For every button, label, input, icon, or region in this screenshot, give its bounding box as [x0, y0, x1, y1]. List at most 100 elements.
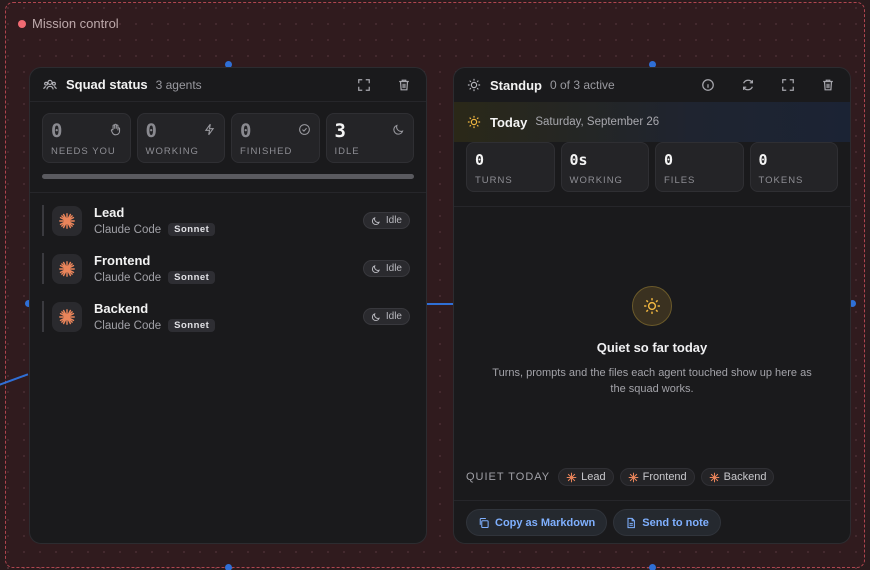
agent-name: Backend	[94, 301, 149, 316]
people-icon	[42, 77, 58, 93]
status-text: Idle	[385, 311, 402, 322]
group-status-dot	[18, 19, 26, 28]
stat-value: 0s	[569, 151, 588, 169]
status-badge: Idle	[362, 260, 410, 277]
button-label: Send to note	[642, 516, 709, 529]
button-label: Copy as Markdown	[495, 516, 596, 529]
status-text: Idle	[385, 263, 402, 274]
stat-working: 0 WORKING	[136, 113, 225, 163]
standup-stats: 0 TURNS 0s WORKING 0 FILES 0 TOKENS	[454, 142, 850, 192]
hand-icon	[109, 123, 122, 141]
refresh-icon[interactable]	[738, 75, 758, 95]
send-to-note-button[interactable]: Send to note	[613, 509, 721, 536]
stat-value: 0	[475, 151, 485, 169]
sun-icon	[466, 114, 482, 130]
claude-starburst-icon	[52, 301, 82, 332]
group-header[interactable]: Mission control	[18, 16, 119, 31]
stat-label: TURNS	[475, 175, 513, 186]
panel-title: Standup	[490, 77, 542, 93]
standup-header: Standup 0 of 3 active	[454, 68, 850, 102]
chip-label: Backend	[723, 471, 767, 483]
stat-label: TOKENS	[758, 175, 804, 186]
agent-name: Lead	[94, 205, 125, 220]
status-badge: Idle	[362, 308, 410, 325]
agent-row-backend[interactable]: Backend Claude Code Sonnet Idle	[42, 301, 414, 332]
agent-tool: Claude Code	[94, 319, 162, 332]
stat-label: NEEDS YOU	[51, 146, 116, 157]
today-date: Saturday, September 26	[535, 116, 660, 128]
info-icon[interactable]	[698, 75, 718, 95]
edge-connector[interactable]	[427, 303, 454, 305]
empty-title: Quiet so far today	[596, 340, 708, 355]
agent-tool: Claude Code	[94, 271, 162, 284]
model-badge: Sonnet	[168, 271, 216, 284]
expand-icon[interactable]	[354, 75, 374, 95]
agent-count: 3 agents	[155, 77, 202, 92]
connection-handle[interactable]	[649, 564, 656, 570]
stat-value: 0	[664, 151, 674, 169]
agent-chip[interactable]: Backend	[700, 468, 775, 486]
stat-working-time: 0s WORKING	[560, 142, 649, 192]
trash-icon[interactable]	[818, 75, 838, 95]
trash-icon[interactable]	[394, 75, 414, 95]
group-title: Mission control	[32, 16, 119, 31]
squad-progress-bar	[42, 174, 414, 179]
quiet-today-label: QUIET TODAY	[466, 471, 551, 483]
today-title: Today	[490, 114, 528, 130]
chip-label: Frontend	[642, 471, 687, 483]
note-icon	[627, 517, 636, 528]
copy-markdown-button[interactable]: Copy as Markdown	[466, 509, 608, 536]
stat-turns: 0 TURNS	[466, 142, 555, 192]
standup-panel: Standup 0 of 3 active Today Saturday, Se…	[453, 67, 851, 544]
empty-description: Turns, prompts and the files each agent …	[492, 367, 812, 395]
copy-icon	[479, 517, 489, 528]
standup-footer: Copy as Markdown Send to note	[466, 509, 721, 536]
model-badge: Sonnet	[168, 223, 216, 236]
active-count: 0 of 3 active	[550, 78, 615, 92]
stat-label: IDLE	[334, 146, 360, 157]
bolt-icon	[203, 123, 216, 141]
stat-idle: 3 IDLE	[325, 113, 414, 163]
squad-stats: 0 NEEDS YOU 0 WORKING 0 FINISHED 3 IDLE	[30, 102, 426, 163]
status-text: Idle	[385, 215, 402, 226]
agent-list: Lead Claude Code Sonnet Idle Frontend Cl…	[30, 193, 426, 332]
connection-handle[interactable]	[225, 564, 232, 570]
agent-row-frontend[interactable]: Frontend Claude Code Sonnet Idle	[42, 253, 414, 284]
model-badge: Sonnet	[168, 319, 216, 332]
stat-label: FINISHED	[240, 146, 293, 157]
claude-starburst-icon	[52, 253, 82, 284]
stat-files: 0 FILES	[655, 142, 744, 192]
agent-row-lead[interactable]: Lead Claude Code Sonnet Idle	[42, 205, 414, 236]
claude-starburst-icon	[628, 472, 639, 482]
agent-chip[interactable]: Frontend	[619, 468, 695, 486]
agent-tool: Claude Code	[94, 223, 162, 236]
sun-outline-icon	[466, 77, 482, 93]
empty-state: Quiet so far today Turns, prompts and th…	[454, 286, 850, 397]
sun-icon	[632, 286, 672, 326]
claude-starburst-icon	[52, 205, 82, 236]
stat-needs-you: 0 NEEDS YOU	[42, 113, 131, 163]
stat-label: WORKING	[569, 175, 623, 186]
divider	[454, 206, 850, 207]
status-badge: Idle	[362, 212, 410, 229]
stat-finished: 0 FINISHED	[231, 113, 320, 163]
moon-icon	[392, 123, 405, 141]
panel-title: Squad status	[66, 77, 148, 92]
stat-label: WORKING	[145, 146, 199, 157]
agent-chip[interactable]: Lead	[558, 468, 614, 486]
agent-name: Frontend	[94, 253, 151, 268]
check-circle-icon	[298, 123, 311, 141]
divider	[454, 500, 850, 501]
squad-status-header: Squad status 3 agents	[30, 68, 426, 102]
today-band: Today Saturday, September 26	[454, 102, 850, 142]
squad-status-panel: Squad status 3 agents 0 NEEDS YOU 0 WORK…	[29, 67, 427, 544]
stat-tokens: 0 TOKENS	[749, 142, 838, 192]
chip-label: Lead	[581, 471, 606, 483]
claude-starburst-icon	[566, 472, 577, 482]
stat-value: 0	[758, 151, 768, 169]
moon-icon	[371, 312, 380, 321]
claude-starburst-icon	[709, 472, 720, 482]
quiet-today-row: QUIET TODAY Lead Frontend Backend	[466, 468, 775, 486]
moon-icon	[371, 264, 380, 273]
expand-icon[interactable]	[778, 75, 798, 95]
